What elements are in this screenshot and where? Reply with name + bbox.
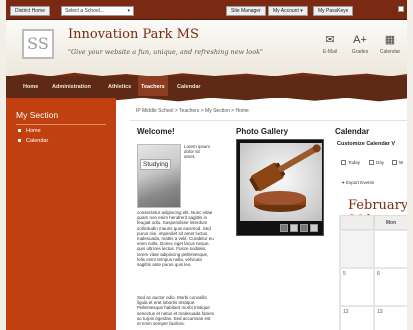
calendar-day-header: Mon	[374, 215, 407, 230]
sidebar: My Section Home Calendar	[6, 98, 116, 330]
my-passkeys-button[interactable]: My PassKeys	[313, 6, 354, 16]
welcome-image: Studying	[137, 144, 181, 208]
day-label: Day	[376, 160, 385, 165]
bullet-icon	[18, 129, 21, 133]
gallery-photo	[240, 143, 322, 221]
calendar-cell[interactable]: 5	[340, 268, 374, 306]
today-button[interactable]: Today	[341, 160, 361, 166]
today-label: Today	[348, 160, 361, 165]
calendar-cell[interactable]: 12	[340, 306, 374, 330]
calendar-grid: Mon 5 6 12 13	[339, 215, 407, 330]
export-events-button[interactable]: ➜ Export Events	[341, 180, 374, 186]
calendar-icon	[369, 160, 374, 166]
calendar-title: Calendar	[335, 127, 370, 136]
photo-gallery[interactable]	[236, 139, 324, 236]
my-account-label: My Account	[273, 8, 299, 14]
school-select-value: Select a School...	[65, 8, 104, 14]
calendar-cell[interactable]: 13	[374, 306, 407, 330]
gavel-icon	[249, 144, 321, 212]
district-home-button[interactable]: District Home	[10, 6, 51, 16]
nav-item-teachers[interactable]: Teachers	[138, 76, 168, 98]
grades-icon: A+	[353, 34, 367, 46]
gallery-thumbnail[interactable]	[310, 224, 318, 232]
calendar-label: Calendar	[379, 49, 401, 55]
main-content: IP Middle School > Teachers > My Section…	[116, 102, 407, 330]
sidebar-item-home[interactable]: Home	[18, 128, 41, 134]
day-view-button[interactable]: Day	[369, 160, 385, 166]
welcome-paragraph-1: consectetur adipiscing elit. Nunc vitae …	[137, 210, 214, 268]
content-divider	[130, 120, 407, 121]
calendar-cell[interactable]: 6	[374, 268, 407, 306]
gallery-thumbnail[interactable]	[290, 224, 298, 232]
sidebar-title: My Section	[16, 110, 59, 120]
nav-item-administration[interactable]: Administration	[49, 76, 94, 98]
utility-bar: District Home Select a School... ▾ Site …	[6, 0, 407, 20]
image-caption: Studying	[140, 159, 172, 170]
gallery-thumbnail[interactable]	[300, 224, 308, 232]
calendar-cell[interactable]	[340, 230, 374, 268]
welcome-paragraph-2: Sed ac auctor odio. Morbi convallis ligu…	[137, 295, 215, 327]
site-tagline: "Give your website a fun, unique, and re…	[68, 48, 264, 56]
export-icon: ➜	[341, 180, 345, 185]
week-label: W	[399, 160, 404, 165]
email-label: E-Mail	[322, 49, 338, 55]
nav-item-calendar[interactable]: Calendar	[174, 76, 204, 98]
sidebar-divider	[16, 124, 106, 125]
site-manager-button[interactable]: Site Manager	[226, 6, 266, 16]
calendar-link[interactable]: ▦ Calendar	[375, 33, 405, 55]
calendar-icon	[392, 160, 397, 166]
my-account-button[interactable]: My Account ▾	[268, 6, 308, 16]
welcome-intro-text: Lorem ipsum dolor sit amet,	[184, 144, 211, 160]
main-nav: Home Administration Athletics Teachers C…	[6, 76, 407, 98]
school-select[interactable]: Select a School... ▾	[61, 6, 134, 16]
envelope-icon: ✉	[325, 34, 335, 46]
site-title[interactable]: Innovation Park MS	[68, 27, 199, 42]
sidebar-item-calendar[interactable]: Calendar	[18, 138, 48, 144]
gallery-thumbnails	[240, 224, 322, 234]
nav-item-home[interactable]: Home	[20, 76, 41, 98]
week-view-button[interactable]: W	[392, 160, 404, 166]
gallery-thumbnail[interactable]	[280, 224, 288, 232]
calendar-widget-title[interactable]: Customize Calendar V	[335, 138, 407, 151]
nav-item-athletics[interactable]: Athletics	[105, 76, 134, 98]
school-logo[interactable]: SS	[22, 29, 54, 59]
signout-icon[interactable]	[398, 6, 404, 12]
calendar-icon	[341, 160, 346, 166]
bullet-icon	[18, 139, 21, 143]
chevron-down-icon: ▾	[127, 8, 130, 14]
export-label: Export Events	[346, 180, 375, 185]
grades-link[interactable]: A+ Grades	[345, 33, 375, 55]
calendar-cell[interactable]	[374, 230, 407, 268]
site-header: SS Innovation Park MS "Give your website…	[6, 21, 407, 80]
welcome-title: Welcome!	[137, 127, 175, 136]
grades-label: Grades	[351, 49, 369, 55]
email-link[interactable]: ✉ E-Mail	[315, 33, 345, 55]
breadcrumb[interactable]: IP Middle School > Teachers > My Section…	[136, 108, 249, 114]
calendar-icon: ▦	[384, 34, 396, 46]
calendar-day-header	[340, 215, 374, 230]
sidebar-item-label: Home	[26, 128, 41, 134]
page-frame: District Home Select a School... ▾ Site …	[6, 0, 407, 330]
gallery-title: Photo Gallery	[236, 127, 289, 136]
student-photo	[138, 145, 180, 207]
chevron-down-icon: ▾	[300, 8, 303, 14]
sidebar-item-label: Calendar	[26, 138, 49, 144]
